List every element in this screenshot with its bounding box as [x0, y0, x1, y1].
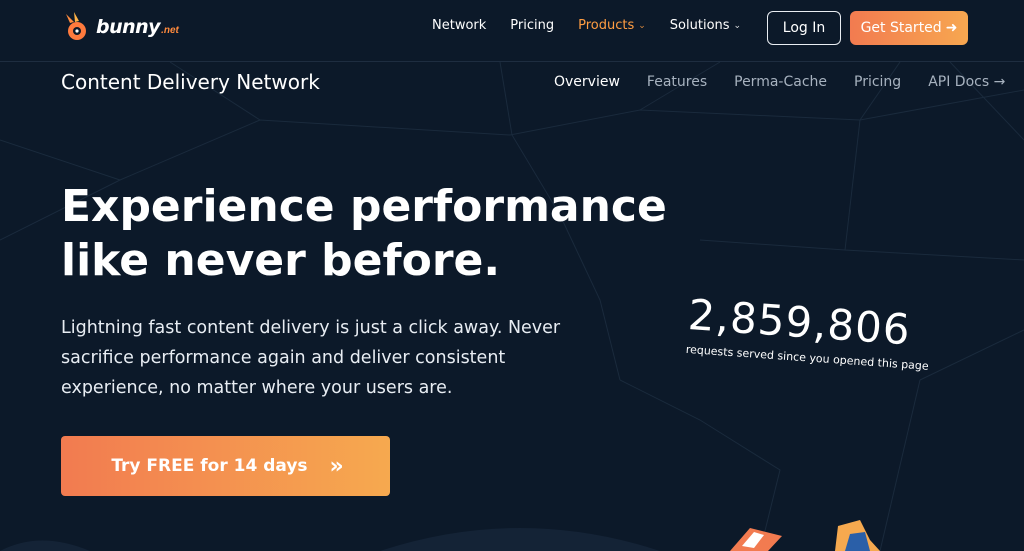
section-title: Content Delivery Network: [61, 70, 320, 94]
arrow-right-icon: ➜: [945, 20, 958, 36]
subnav-overview[interactable]: Overview: [554, 74, 620, 90]
subnav-api-docs[interactable]: API Docs →: [928, 74, 1005, 90]
sub-navigation: Overview Features Perma-Cache Pricing AP…: [554, 74, 1005, 90]
subnav-api-docs-label: API Docs: [928, 74, 990, 90]
subnav-features[interactable]: Features: [647, 74, 707, 90]
nav-solutions-label: Solutions: [669, 18, 730, 33]
subnav-pricing[interactable]: Pricing: [854, 74, 901, 90]
nav-network-label: Network: [432, 18, 487, 33]
hero-title-line-2: like never before.: [61, 235, 501, 286]
bunny-logo[interactable]: bunny .net: [60, 8, 179, 46]
bunny-logo-icon: [66, 12, 86, 40]
nav-network[interactable]: Network: [432, 18, 486, 33]
nav-products[interactable]: Products ⌄: [578, 18, 646, 33]
nav-pricing[interactable]: Pricing: [510, 18, 554, 33]
double-chevron-right-icon: ››: [329, 453, 344, 479]
decorative-illustration: [730, 520, 880, 551]
nav-solutions[interactable]: Solutions ⌄: [670, 18, 741, 33]
get-started-button[interactable]: Get Started ➜: [850, 11, 968, 45]
nav-divider: [0, 61, 1024, 62]
subnav-perma-cache[interactable]: Perma-Cache: [734, 74, 827, 90]
try-free-label: Try FREE for 14 days: [111, 456, 308, 476]
arrow-right-icon: →: [993, 74, 1006, 90]
hero-title: Experience performance like never before…: [61, 180, 681, 288]
brand-name: bunny: [96, 16, 161, 38]
login-button[interactable]: Log In: [767, 11, 841, 45]
chevron-down-icon: ⌄: [733, 20, 742, 31]
get-started-label: Get Started: [860, 20, 942, 36]
brand-tld: .net: [161, 24, 179, 36]
nav-pricing-label: Pricing: [510, 18, 555, 33]
top-navigation: bunny .net Network Pricing Products ⌄ So…: [0, 0, 1024, 56]
main-menu: Network Pricing Products ⌄ Solutions ⌄: [432, 18, 765, 33]
hero-title-line-1: Experience performance: [61, 181, 667, 232]
try-free-button[interactable]: Try FREE for 14 days ››: [61, 436, 390, 496]
hero-description: Lightning fast content delivery is just …: [61, 318, 561, 398]
login-button-label: Log In: [782, 20, 826, 36]
chevron-down-icon: ⌄: [638, 20, 646, 31]
nav-products-label: Products: [578, 18, 635, 33]
